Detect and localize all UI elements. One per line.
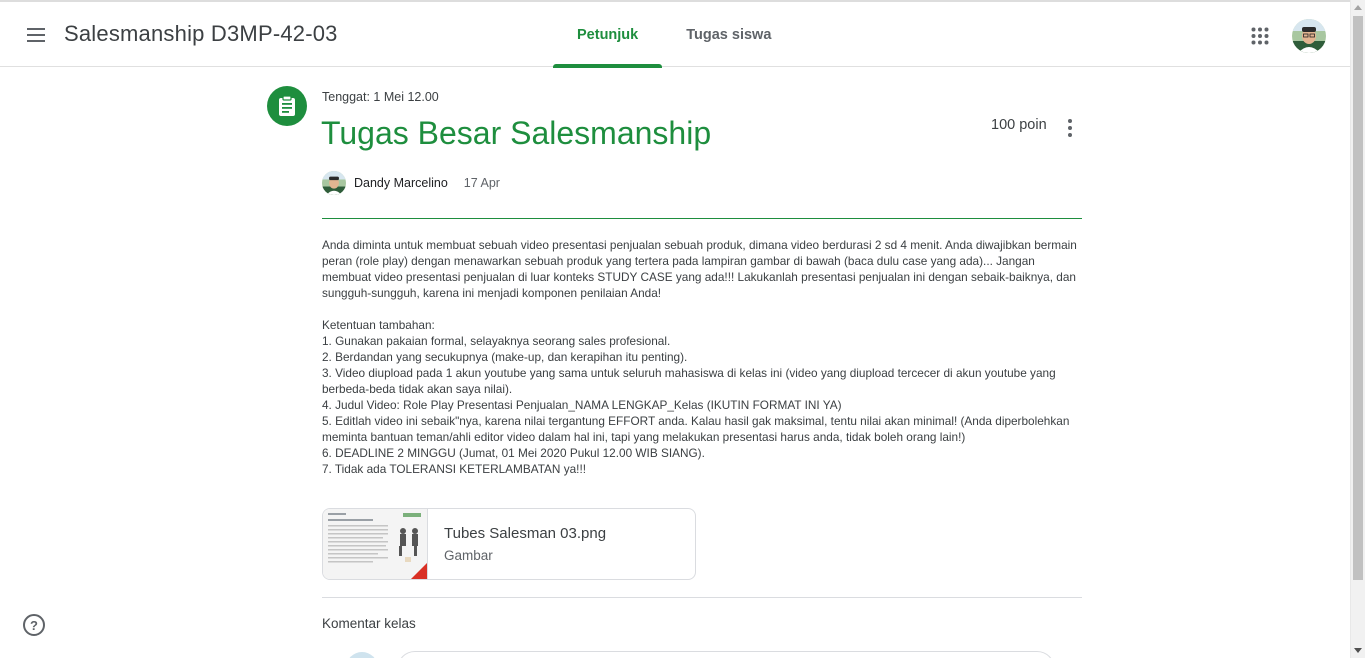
attachment-name: Tubes Salesman 03.png [444, 525, 607, 542]
tab-bar: Petunjuk Tugas siswa [553, 2, 795, 68]
post-date: 17 Apr [463, 176, 500, 190]
main-menu-button[interactable] [18, 17, 54, 53]
points-label: 100 poin [991, 117, 1047, 133]
scroll-down-arrow-icon[interactable] [1354, 648, 1362, 653]
description-text: Anda diminta untuk membuat sebuah video … [322, 238, 1077, 476]
top-bar: Salesmanship D3MP-42-03 Petunjuk Tugas s… [0, 0, 1350, 68]
more-vert-icon [1068, 119, 1072, 123]
class-comments-label: Komentar kelas [322, 616, 416, 631]
scroll-up-arrow-icon[interactable] [1354, 5, 1362, 10]
assignment-description: Anda diminta untuk membuat sebuah video … [322, 237, 1082, 477]
hamburger-menu-icon [27, 28, 45, 42]
class-comment-input[interactable] [397, 651, 1055, 658]
apps-grid-icon [1251, 27, 1269, 45]
tab-student-work[interactable]: Tugas siswa [662, 2, 795, 67]
comments-divider [322, 597, 1082, 598]
author-row: Dandy Marcelino 17 Apr [322, 171, 500, 195]
more-options-button[interactable] [1058, 116, 1082, 140]
attachment-card[interactable]: Tubes Salesman 03.png Gambar [322, 508, 696, 580]
scrollbar-thumb[interactable] [1353, 16, 1363, 580]
due-date: Tenggat: 1 Mei 12.00 [322, 90, 439, 104]
page-scrollbar[interactable] [1350, 0, 1365, 658]
author-avatar [322, 171, 346, 195]
assignment-title: Tugas Besar Salesmanship [321, 115, 712, 151]
attachment-thumbnail [323, 509, 428, 579]
tab-instructions[interactable]: Petunjuk [553, 2, 663, 68]
assignment-clipboard-icon [267, 86, 307, 126]
commenter-avatar [346, 652, 378, 658]
help-icon[interactable]: ? [23, 614, 45, 636]
class-title[interactable]: Salesmanship D3MP-42-03 [64, 21, 338, 47]
image-file-corner-icon [409, 563, 427, 579]
title-divider [322, 218, 1082, 219]
account-avatar[interactable] [1292, 19, 1326, 53]
google-apps-button[interactable] [1244, 20, 1276, 52]
author-name: Dandy Marcelino [354, 176, 448, 190]
attachment-type: Gambar [444, 548, 493, 563]
